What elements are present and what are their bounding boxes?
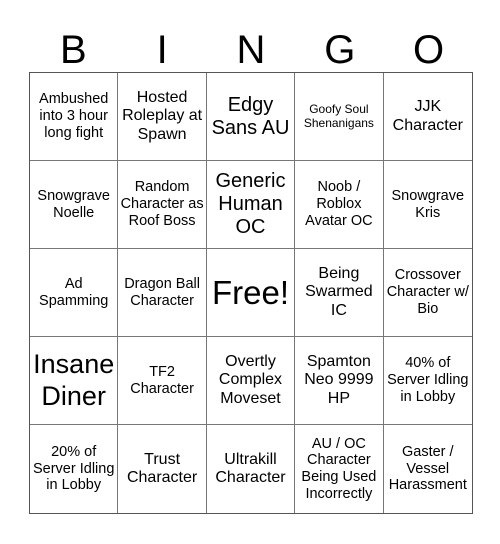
bingo-cell[interactable]: Snowgrave Noelle [30, 161, 119, 249]
bingo-cell[interactable]: Random Character as Roof Boss [118, 161, 207, 249]
bingo-cell[interactable]: Crossover Character w/ Bio [383, 249, 472, 337]
bingo-cell[interactable]: TF2 Character [118, 337, 207, 425]
header-letter-i: I [156, 28, 168, 72]
bingo-cell[interactable]: 20% of Server Idling in Lobby [30, 425, 119, 513]
bingo-cell[interactable]: Gaster / Vessel Harassment [384, 425, 472, 513]
bingo-cell[interactable]: 40% of Server Idling in Lobby [383, 337, 472, 425]
header-letter-b: B [60, 28, 87, 72]
bingo-cell[interactable]: Ambushed into 3 hour long fight [30, 73, 119, 161]
header-letter-o: O [413, 28, 445, 72]
bingo-cell[interactable]: Insane Diner [30, 337, 119, 425]
bingo-header: B I N G O [29, 28, 473, 72]
bingo-cell[interactable]: Overtly Complex Moveset [206, 337, 296, 425]
free-space-cell[interactable]: Free! [206, 249, 296, 337]
header-letter-n: N [236, 28, 266, 72]
bingo-cell[interactable]: Being Swarmed IC [295, 249, 384, 337]
bingo-cell[interactable]: Generic Human OC [206, 161, 296, 249]
bingo-cell[interactable]: Hosted Roleplay at Spawn [118, 73, 207, 161]
bingo-cell[interactable]: Dragon Ball Character [118, 249, 207, 337]
bingo-cell[interactable]: Snowgrave Kris [383, 161, 472, 249]
bingo-card-grid: Ambushed into 3 hour long fight Hosted R… [29, 72, 473, 514]
bingo-cell[interactable]: Noob / Roblox Avatar OC [295, 161, 384, 249]
bingo-cell[interactable]: Goofy Soul Shenanigans [295, 73, 384, 161]
bingo-cell[interactable]: JJK Character [383, 73, 472, 161]
header-letter-g: G [324, 28, 356, 72]
bingo-cell[interactable]: Trust Character [118, 425, 207, 513]
bingo-cell[interactable]: AU / OC Character Being Used Incorrectly [295, 425, 384, 513]
bingo-cell[interactable]: Ad Spamming [30, 249, 119, 337]
bingo-cell[interactable]: Ultrakill Character [207, 425, 296, 513]
bingo-cell[interactable]: Spamton Neo 9999 HP [295, 337, 384, 425]
bingo-cell[interactable]: Edgy Sans AU [206, 73, 296, 161]
